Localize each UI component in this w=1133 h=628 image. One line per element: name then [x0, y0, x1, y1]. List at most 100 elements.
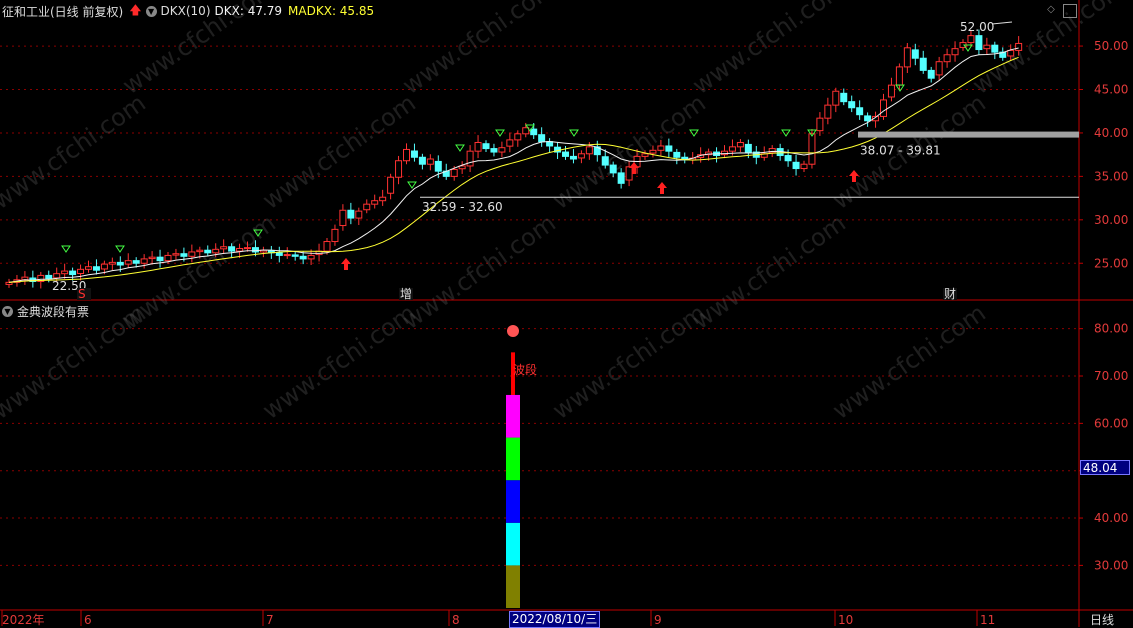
candle-body — [649, 149, 657, 154]
candle-body — [228, 246, 236, 252]
watermark: www.cfchi.com — [397, 0, 560, 100]
candle-body — [347, 209, 355, 219]
diamond-icon[interactable]: ◇ — [1045, 4, 1057, 16]
candle-body — [546, 141, 554, 147]
dropdown-icon[interactable]: ▼ — [145, 5, 157, 17]
watermark: www.cfchi.com — [687, 0, 850, 100]
dropdown-icon[interactable]: ▼ — [2, 305, 13, 317]
indicator-name[interactable]: DKX(10) — [161, 4, 211, 18]
chart-header: 征和工业(日线 前复权) 🡅 ▼ DKX(10) DKX: 47.79 MADK… — [2, 2, 374, 20]
candle-body — [395, 160, 403, 178]
candle-body — [585, 146, 593, 155]
candle-body — [625, 166, 633, 181]
candle-body — [975, 35, 983, 51]
watermark: www.cfchi.com — [397, 209, 560, 335]
buy-signal-icon — [341, 258, 351, 270]
candle-body — [92, 266, 100, 271]
candle-body — [363, 203, 371, 211]
candle-body — [903, 47, 911, 68]
candle-body — [85, 266, 92, 270]
cursor-value-label: 48.04 — [1080, 460, 1130, 475]
candle-body — [156, 256, 164, 262]
candle-body — [1007, 49, 1015, 57]
watermark: www.cfchi.com — [257, 89, 420, 215]
candle-body — [180, 253, 188, 257]
event-tag: 财 — [944, 287, 956, 301]
chart-canvas[interactable]: 50.00 45.00 40.00 35.00 30.00 25.00 80.00 70.00… — [0, 0, 1133, 627]
candle-body — [275, 252, 283, 256]
stock-title[interactable]: 征和工业(日线 前复权) — [2, 3, 123, 20]
candle-body — [728, 146, 736, 152]
sub-tick-label: 30.00 — [1094, 558, 1128, 572]
stock-chart-window: 50.00 45.00 40.00 35.00 30.00 25.00 80.00 70.00… — [0, 0, 1133, 628]
candle-body — [148, 256, 156, 260]
candle-body — [244, 247, 251, 250]
candle-body — [204, 249, 212, 254]
sub-tick-label: 60.00 — [1094, 416, 1128, 430]
high-label: 52.00 — [960, 20, 994, 34]
price-tick-label: 25.00 — [1094, 256, 1128, 270]
price-tick-label: 40.00 — [1094, 126, 1128, 140]
sub-panel-title[interactable]: 金典波段有票 — [17, 303, 89, 320]
candle-body — [307, 254, 315, 260]
candle-body — [506, 139, 514, 147]
cursor-date-label: 2022/08/10/三 — [509, 611, 601, 628]
buy-signal-icon — [657, 182, 667, 194]
sell-signal-icon — [115, 245, 125, 253]
candle-body — [418, 156, 426, 165]
candle-body — [140, 258, 148, 264]
candle-body — [530, 128, 538, 136]
candle-body — [355, 210, 363, 219]
candle-body — [77, 268, 85, 275]
date-tick-label: 11 — [980, 613, 995, 627]
watermark: www.cfchi.com — [547, 89, 710, 215]
sell-signal-icon — [895, 84, 905, 92]
candle-body — [212, 248, 220, 254]
candle-body — [172, 253, 180, 256]
candle-body — [911, 49, 919, 59]
candle-body — [983, 44, 991, 50]
candle-body — [784, 155, 792, 162]
candle-body — [673, 151, 681, 158]
candle-body — [864, 115, 872, 122]
candle-body — [514, 133, 522, 141]
candle-body — [744, 143, 752, 153]
candle-body — [808, 133, 816, 165]
sub-panel-header: ▼ 金典波段有票 — [2, 303, 89, 319]
candle-body — [577, 153, 585, 159]
candle-body — [490, 148, 498, 153]
candle-body — [617, 172, 625, 184]
candle-body — [736, 141, 744, 148]
candle-body — [291, 254, 299, 257]
madkx-value: MADKX: 45.85 — [288, 4, 375, 18]
candle-body — [196, 249, 204, 253]
candle-body — [45, 274, 53, 280]
candle-body — [403, 148, 410, 162]
maximize-icon[interactable] — [1063, 4, 1077, 18]
candle-body — [132, 260, 140, 264]
watermark: www.cfchi.com — [687, 209, 850, 335]
watermark: www.cfchi.com — [827, 299, 990, 425]
period-label[interactable]: 日线 — [1090, 611, 1114, 628]
candle-body — [498, 147, 506, 153]
candle-body — [641, 153, 649, 157]
candle-body — [236, 247, 244, 252]
sub-tick-label: 40.00 — [1094, 511, 1128, 525]
candle-body — [609, 164, 617, 174]
candle-body — [69, 270, 77, 276]
candle-body — [840, 92, 848, 103]
candle-body — [426, 158, 434, 165]
candle-body — [927, 69, 935, 79]
candle-body — [800, 163, 808, 170]
high-pointer — [991, 21, 1013, 25]
candle-body — [61, 270, 69, 275]
candle-body — [482, 143, 490, 150]
event-tag: 增 — [400, 287, 412, 301]
resistance-band — [858, 131, 1079, 138]
wave-label: 波段 — [513, 362, 537, 377]
date-tick-label: 8 — [452, 613, 460, 627]
zone-label-2: 38.07 - 39.81 — [860, 144, 941, 158]
candle-body — [108, 261, 116, 265]
candle-body — [601, 156, 609, 166]
price-tick-label: 50.00 — [1094, 39, 1128, 53]
